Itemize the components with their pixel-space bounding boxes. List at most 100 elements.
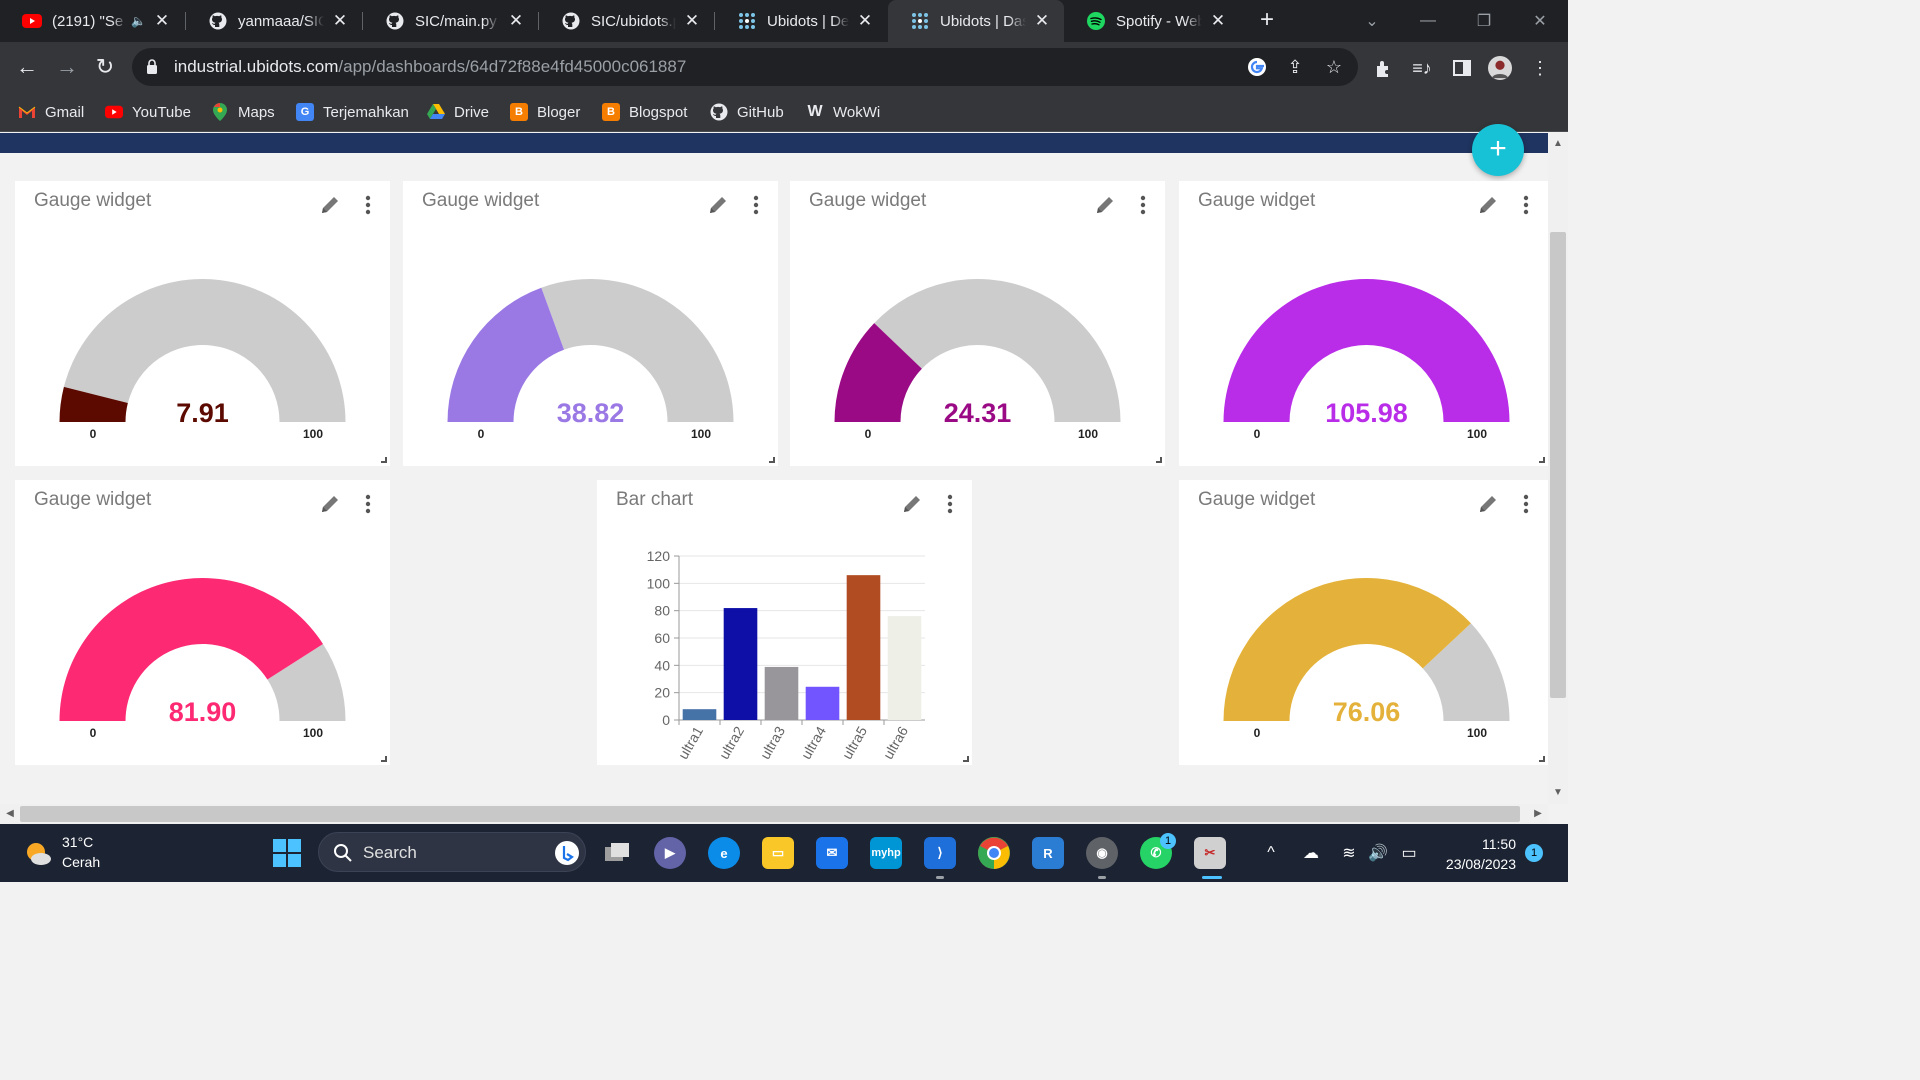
youtube-icon: [105, 103, 123, 121]
gauge-min-label: 0: [1254, 726, 1261, 740]
side-panel-icon[interactable]: [1450, 56, 1474, 80]
vertical-scroll-thumb[interactable]: [1550, 232, 1566, 698]
y-tick-label: 120: [647, 548, 671, 564]
tab-spotify[interactable]: Spotify - Web P ✕: [1064, 0, 1240, 42]
close-tab-icon[interactable]: ✕: [1208, 11, 1228, 31]
wifi-icon[interactable]: ≋: [1338, 842, 1360, 864]
chrome-icon[interactable]: [978, 837, 1010, 869]
show-hidden-icons[interactable]: ^: [1260, 842, 1282, 864]
gauge-widget: Gauge widget 81.90 0 100: [15, 480, 390, 765]
bookmark-gmail[interactable]: Gmail: [18, 101, 84, 123]
address-bar[interactable]: industrial.ubidots.com/app/dashboards/64…: [132, 48, 1358, 86]
profile-avatar[interactable]: [1488, 56, 1512, 80]
forward-button[interactable]: →: [52, 52, 82, 82]
gauge-dial: 105.98 0 100: [1223, 279, 1510, 441]
teams-chat-icon[interactable]: ▶: [654, 837, 686, 869]
chrome-menu-icon[interactable]: ⋮: [1528, 56, 1552, 80]
bookmark-github[interactable]: GitHub: [710, 101, 784, 123]
edge-icon[interactable]: e: [708, 837, 740, 869]
file-explorer-icon[interactable]: ▭: [762, 837, 794, 869]
tab-ubidots-dashboard[interactable]: Ubidots | Dashb ✕: [888, 0, 1064, 42]
add-widget-button[interactable]: +: [1472, 124, 1524, 176]
tab-github-sic[interactable]: yanmaaa/SIC ✕: [186, 0, 362, 42]
close-tab-icon[interactable]: ✕: [152, 11, 172, 31]
y-tick-label: 20: [654, 685, 670, 701]
rdp-app-icon[interactable]: R: [1032, 837, 1064, 869]
resize-handle[interactable]: [769, 457, 775, 463]
gauge-min-label: 0: [1254, 427, 1261, 441]
resize-handle[interactable]: [1539, 457, 1545, 463]
tab-title: SIC/main.py at: [415, 12, 500, 30]
y-tick-label: 100: [647, 575, 671, 591]
x-tick-label: ultra2: [716, 723, 747, 762]
tab-ubidots-devices[interactable]: Ubidots | Devic ✕: [715, 0, 887, 42]
back-button[interactable]: ←: [12, 52, 42, 82]
close-tab-icon[interactable]: ✕: [682, 11, 702, 31]
bar-ultra3[interactable]: [764, 666, 799, 720]
onedrive-icon[interactable]: ☁: [1300, 842, 1322, 864]
scroll-right-arrow[interactable]: ▶: [1531, 807, 1545, 821]
chrome-profile-icon[interactable]: ◉: [1086, 837, 1118, 869]
bookmark-wokwi[interactable]: W WokWi: [806, 101, 880, 123]
bar-ultra5[interactable]: [846, 575, 881, 720]
bar-ultra4[interactable]: [805, 686, 840, 720]
resize-handle[interactable]: [381, 457, 387, 463]
close-tab-icon[interactable]: ✕: [855, 11, 875, 31]
resize-handle[interactable]: [381, 756, 387, 762]
close-tab-icon[interactable]: ✕: [506, 11, 526, 31]
gauge-widget: Gauge widget 38.82 0 100: [403, 181, 778, 466]
tab-youtube[interactable]: (2191) "Se 🔈 ✕: [0, 0, 184, 42]
scroll-up-arrow[interactable]: ▲: [1551, 137, 1565, 151]
restore-button[interactable]: ❐: [1456, 0, 1512, 42]
scroll-down-arrow[interactable]: ▼: [1551, 786, 1565, 800]
github-icon: [710, 103, 728, 121]
close-tab-icon[interactable]: ✕: [330, 11, 350, 31]
clock[interactable]: 11:50 23/08/2023: [1432, 834, 1516, 874]
gauge-value: 7.91: [176, 398, 229, 428]
google-lens-icon[interactable]: [1246, 56, 1268, 78]
resize-handle[interactable]: [1156, 457, 1162, 463]
mail-icon[interactable]: ✉: [816, 837, 848, 869]
bookmark-maps[interactable]: Maps: [211, 101, 275, 123]
resize-handle[interactable]: [1539, 756, 1545, 762]
bookmark-star-icon[interactable]: ☆: [1323, 56, 1345, 78]
tab-github-ubidots[interactable]: SIC/ubidots.py ✕: [539, 0, 714, 42]
minimize-button[interactable]: —: [1400, 0, 1456, 42]
bar-ultra2[interactable]: [723, 608, 758, 720]
media-controls-icon[interactable]: ≡♪: [1410, 56, 1434, 80]
bing-icon[interactable]: [555, 841, 579, 865]
speaker-muted-icon[interactable]: 🔈: [131, 14, 146, 28]
bookmark-youtube[interactable]: YouTube: [105, 101, 191, 123]
horizontal-scroll-thumb[interactable]: [20, 806, 1520, 822]
close-window-button[interactable]: ✕: [1512, 0, 1568, 42]
github-icon: [208, 11, 228, 31]
url-text[interactable]: industrial.ubidots.com/app/dashboards/64…: [174, 57, 686, 77]
task-view-icon[interactable]: [601, 837, 633, 869]
tab-title: yanmaaa/SIC: [238, 12, 324, 30]
tab-github-main[interactable]: SIC/main.py at ✕: [363, 0, 538, 42]
reload-button[interactable]: ↻: [90, 52, 120, 82]
browser-toolbar: ← → ↻ industrial.ubidots.com/app/dashboa…: [0, 42, 1568, 92]
new-tab-button[interactable]: +: [1254, 8, 1280, 34]
bookmark-translate[interactable]: G Terjemahkan: [296, 101, 409, 123]
share-icon[interactable]: ⇪: [1284, 56, 1306, 78]
tab-search-icon[interactable]: ⌄: [1344, 0, 1400, 42]
scroll-left-arrow[interactable]: ◀: [3, 807, 17, 821]
snipping-tool-icon[interactable]: ✂: [1194, 837, 1226, 869]
close-tab-icon[interactable]: ✕: [1032, 11, 1052, 31]
myhp-icon[interactable]: myhp: [870, 837, 902, 869]
whatsapp-badge: 1: [1160, 833, 1176, 849]
extensions-icon[interactable]: [1372, 56, 1396, 80]
battery-icon[interactable]: ▭: [1398, 842, 1420, 864]
windows-start-icon[interactable]: [272, 838, 302, 868]
bar-ultra6[interactable]: [887, 616, 922, 720]
bookmark-drive[interactable]: Drive: [427, 101, 489, 123]
volume-icon[interactable]: 🔊: [1367, 842, 1389, 864]
bookmark-bloger[interactable]: B Bloger: [510, 101, 580, 123]
resize-handle[interactable]: [963, 756, 969, 762]
notification-badge[interactable]: 1: [1525, 844, 1543, 862]
bar-ultra1[interactable]: [682, 709, 717, 720]
bookmark-blogspot[interactable]: B Blogspot: [602, 101, 687, 123]
taskbar-search[interactable]: Search: [318, 832, 586, 872]
vscode-icon[interactable]: ⟩: [924, 837, 956, 869]
